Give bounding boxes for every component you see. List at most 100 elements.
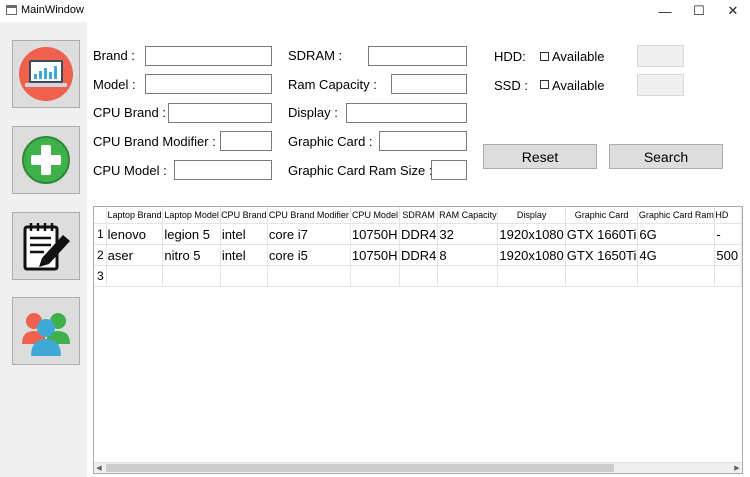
table-cell[interactable]: aser: [106, 244, 164, 266]
table-cell[interactable]: 32: [437, 223, 499, 245]
hdd-available-label: Available: [552, 49, 605, 64]
graphic-card-ram-input[interactable]: [431, 160, 467, 180]
table-header-row: Laptop Brand Laptop Model CPU Brand CPU …: [94, 207, 742, 224]
sidebar-edit-button[interactable]: [12, 212, 80, 280]
table-cell[interactable]: core i7: [267, 223, 351, 245]
row-number: 3: [94, 265, 107, 287]
reset-button[interactable]: Reset: [483, 144, 597, 169]
sidebar: [0, 22, 87, 477]
table-cell[interactable]: lenovo: [106, 223, 164, 245]
display-label: Display :: [288, 105, 338, 120]
table-cell[interactable]: [399, 265, 439, 287]
laptop-data-grid[interactable]: Laptop Brand Laptop Model CPU Brand CPU …: [93, 206, 743, 474]
cpu-brand-modifier-label: CPU Brand Modifier :: [93, 134, 216, 149]
sidebar-add-button[interactable]: [12, 126, 80, 194]
ssd-size-input[interactable]: [637, 74, 684, 96]
ram-capacity-input[interactable]: [391, 74, 467, 94]
table-cell[interactable]: -: [714, 223, 742, 245]
table-cell[interactable]: 8: [437, 244, 499, 266]
scroll-right-arrow-icon[interactable]: ▶: [732, 463, 742, 473]
column-header[interactable]: Laptop Model: [162, 207, 221, 224]
table-cell[interactable]: [350, 265, 400, 287]
table-row-new[interactable]: 3: [94, 265, 742, 287]
column-header[interactable]: CPU Brand: [220, 207, 268, 224]
close-button[interactable]: ✕: [716, 0, 750, 22]
table-cell[interactable]: intel: [220, 223, 268, 245]
row-number: 1: [94, 223, 107, 245]
table-row[interactable]: 1 lenovo legion 5 intel core i7 10750H D…: [94, 223, 742, 245]
cpu-model-label: CPU Model :: [93, 163, 167, 178]
laptop-table: Laptop Brand Laptop Model CPU Brand CPU …: [94, 207, 742, 287]
maximize-button[interactable]: ☐: [682, 0, 716, 22]
table-cell[interactable]: [714, 265, 742, 287]
table-cell[interactable]: 6G: [637, 223, 716, 245]
minimize-button[interactable]: —: [648, 0, 682, 22]
table-cell[interactable]: legion 5: [162, 223, 221, 245]
ssd-label: SSD :: [494, 78, 528, 93]
main-form: Brand : Model : CPU Brand : CPU Brand Mo…: [87, 22, 750, 477]
search-button[interactable]: Search: [609, 144, 723, 169]
column-header[interactable]: CPU Brand Modifier: [267, 207, 351, 224]
table-cell[interactable]: GTX 1660Ti: [565, 223, 639, 245]
sidebar-users-button[interactable]: [12, 297, 80, 365]
table-row[interactable]: 2 aser nitro 5 intel core i5 10750H DDR4…: [94, 244, 742, 266]
users-icon: [22, 313, 70, 356]
table-cell[interactable]: [637, 265, 716, 287]
column-header[interactable]: Display: [497, 207, 566, 224]
table-cell[interactable]: nitro 5: [162, 244, 221, 266]
window-app-icon: [6, 5, 17, 15]
table-cell[interactable]: [565, 265, 639, 287]
scroll-left-arrow-icon[interactable]: ◀: [94, 463, 104, 473]
graphic-card-input[interactable]: [379, 131, 467, 151]
ssd-available-checkbox[interactable]: [540, 80, 549, 89]
scrollbar-thumb[interactable]: [106, 464, 614, 472]
column-header[interactable]: Graphic Card: [565, 207, 639, 224]
column-header[interactable]: SDRAM: [399, 207, 439, 224]
table-cell[interactable]: [497, 265, 566, 287]
table-cell[interactable]: DDR4: [399, 223, 439, 245]
add-icon: [22, 136, 70, 184]
table-cell[interactable]: DDR4: [399, 244, 439, 266]
ssd-available-label: Available: [552, 78, 605, 93]
hdd-available-checkbox[interactable]: [540, 52, 549, 61]
display-input[interactable]: [346, 103, 467, 123]
table-cell[interactable]: 1920x1080: [497, 244, 566, 266]
window-title: MainWindow: [21, 4, 84, 16]
cpu-brand-modifier-input[interactable]: [220, 131, 272, 151]
column-header[interactable]: CPU Model: [350, 207, 400, 224]
row-header-corner: [94, 207, 107, 224]
table-cell[interactable]: [437, 265, 499, 287]
table-cell[interactable]: intel: [220, 244, 268, 266]
brand-input[interactable]: [145, 46, 272, 66]
table-cell[interactable]: 500: [714, 244, 742, 266]
graphic-card-ram-label: Graphic Card Ram Size :: [288, 163, 433, 178]
sdram-label: SDRAM :: [288, 48, 343, 63]
column-header[interactable]: RAM Capacity: [437, 207, 499, 224]
table-cell[interactable]: core i5: [267, 244, 351, 266]
table-cell[interactable]: [162, 265, 221, 287]
laptop-icon: [19, 47, 73, 101]
column-header[interactable]: HD: [714, 207, 742, 224]
column-header[interactable]: Laptop Brand: [106, 207, 164, 224]
model-label: Model :: [93, 77, 136, 92]
horizontal-scrollbar[interactable]: ◀ ▶: [94, 462, 742, 473]
model-input[interactable]: [145, 74, 272, 94]
table-cell[interactable]: 10750H: [350, 223, 400, 245]
table-cell[interactable]: [220, 265, 268, 287]
sidebar-laptop-button[interactable]: [12, 40, 80, 108]
table-cell[interactable]: 1920x1080: [497, 223, 566, 245]
cpu-brand-input[interactable]: [168, 103, 272, 123]
graphic-card-label: Graphic Card :: [288, 134, 373, 149]
column-header[interactable]: Graphic Card Ram: [637, 207, 716, 224]
title-bar: MainWindow — ☐ ✕: [0, 0, 750, 22]
hdd-label: HDD:: [494, 49, 526, 64]
ram-capacity-label: Ram Capacity :: [288, 77, 377, 92]
table-cell[interactable]: [106, 265, 164, 287]
table-cell[interactable]: GTX 1650Ti: [565, 244, 639, 266]
hdd-size-input[interactable]: [637, 45, 684, 67]
cpu-model-input[interactable]: [174, 160, 272, 180]
table-cell[interactable]: 10750H: [350, 244, 400, 266]
table-cell[interactable]: [267, 265, 351, 287]
table-cell[interactable]: 4G: [637, 244, 716, 266]
sdram-input[interactable]: [368, 46, 467, 66]
